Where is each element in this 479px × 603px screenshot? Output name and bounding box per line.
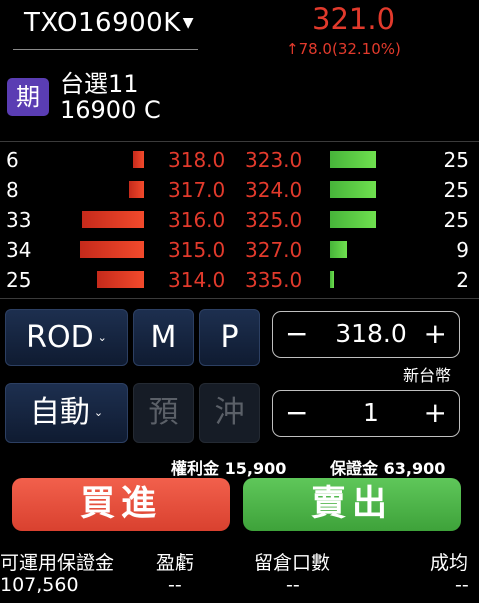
average-price-value: -- (455, 574, 469, 596)
contract-strike: 16900 C (60, 96, 161, 124)
symbol-selector[interactable]: TXO16900K ▼ (24, 8, 194, 38)
price-change: ↑78.0(32.10%) (286, 40, 401, 58)
ask-price[interactable]: 325.0 (245, 208, 302, 232)
currency-label: 新台幣 (403, 366, 452, 385)
order-book-row[interactable]: 33 316.0 325.0 25 (0, 204, 479, 234)
order-book-row[interactable]: 8 317.0 324.0 25 (0, 174, 479, 204)
ask-price[interactable]: 327.0 (245, 238, 302, 262)
bid-price[interactable]: 318.0 (168, 148, 225, 172)
mode-value: 自動 (29, 395, 90, 430)
open-position-label: 留倉口數 (254, 552, 331, 574)
chevron-down-icon: ⌄ (97, 331, 107, 344)
contract-name: 台選11 (60, 70, 139, 98)
quantity-input[interactable]: 1 (331, 391, 411, 434)
order-type-value: ROD (26, 320, 94, 355)
symbol-underline (13, 49, 198, 50)
premium-value: 15,900 (224, 459, 287, 478)
bid-quantity: 33 (6, 208, 32, 232)
price-stepper: − 318.0 + (272, 311, 460, 358)
quantity-decrement-button[interactable]: − (285, 391, 308, 434)
ask-volume-bar (330, 271, 334, 288)
price-increment-button[interactable]: + (424, 312, 447, 355)
buy-button[interactable]: 買進 (12, 478, 230, 531)
divider (0, 141, 479, 142)
bid-price[interactable]: 317.0 (168, 178, 225, 202)
ask-volume-bar (330, 241, 347, 258)
order-book-row[interactable]: 25 314.0 335.0 2 (0, 264, 479, 294)
bid-quantity: 6 (6, 148, 19, 172)
ask-quantity: 25 (443, 178, 469, 202)
offset-button[interactable]: 沖 (199, 383, 260, 443)
pnl-value: -- (168, 574, 182, 596)
mode-select[interactable]: 自動 ⌄ (5, 383, 128, 443)
order-type-select[interactable]: ROD ⌄ (5, 309, 128, 366)
margin-info: 保證金 63,900 (330, 455, 445, 479)
bid-volume-bar (80, 241, 144, 258)
bid-price[interactable]: 314.0 (168, 268, 225, 292)
sell-button[interactable]: 賣出 (243, 478, 461, 531)
ask-quantity: 9 (456, 238, 469, 262)
bid-price[interactable]: 316.0 (168, 208, 225, 232)
bid-quantity: 25 (6, 268, 32, 292)
available-margin-label: 可運用保證金 (0, 552, 115, 574)
last-price: 321.0 (312, 2, 396, 36)
preset-button[interactable]: 預 (133, 383, 194, 443)
ask-quantity: 25 (443, 208, 469, 232)
order-book-row[interactable]: 34 315.0 327.0 9 (0, 234, 479, 264)
ask-price[interactable]: 335.0 (245, 268, 302, 292)
ask-quantity: 25 (443, 148, 469, 172)
bid-price[interactable]: 315.0 (168, 238, 225, 262)
premium-info: 權利金 15,900 (171, 455, 286, 479)
bid-quantity: 8 (6, 178, 19, 202)
pnl-label: 盈虧 (156, 552, 195, 574)
order-book-row[interactable]: 6 318.0 323.0 25 (0, 144, 479, 174)
average-price-label: 成均 (430, 552, 469, 574)
quantity-stepper: − 1 + (272, 390, 460, 437)
open-position-value: -- (286, 574, 300, 596)
bid-volume-bar (97, 271, 144, 288)
ask-volume-bar (330, 211, 376, 228)
ask-price[interactable]: 324.0 (245, 178, 302, 202)
price-decrement-button[interactable]: − (285, 312, 308, 355)
margin-value: 63,900 (383, 459, 446, 478)
ask-volume-bar (330, 151, 376, 168)
futures-badge: 期 (7, 78, 49, 116)
ask-price[interactable]: 323.0 (245, 148, 302, 172)
chevron-down-icon: ▼ (182, 15, 195, 31)
bid-volume-bar (82, 211, 144, 228)
market-price-button[interactable]: M (133, 309, 194, 366)
bid-volume-bar (129, 181, 144, 198)
available-margin-value: 107,560 (0, 574, 79, 596)
divider (0, 298, 479, 299)
chevron-down-icon: ⌄ (93, 406, 104, 419)
bid-quantity: 34 (6, 238, 32, 262)
symbol-code: TXO16900K (24, 8, 181, 38)
quantity-increment-button[interactable]: + (424, 391, 447, 434)
margin-label: 保證金 (330, 459, 379, 478)
bid-volume-bar (133, 151, 144, 168)
price-input[interactable]: 318.0 (331, 312, 411, 355)
limit-price-button[interactable]: P (199, 309, 260, 366)
ask-quantity: 2 (456, 268, 469, 292)
premium-label: 權利金 (171, 459, 220, 478)
ask-volume-bar (330, 181, 376, 198)
